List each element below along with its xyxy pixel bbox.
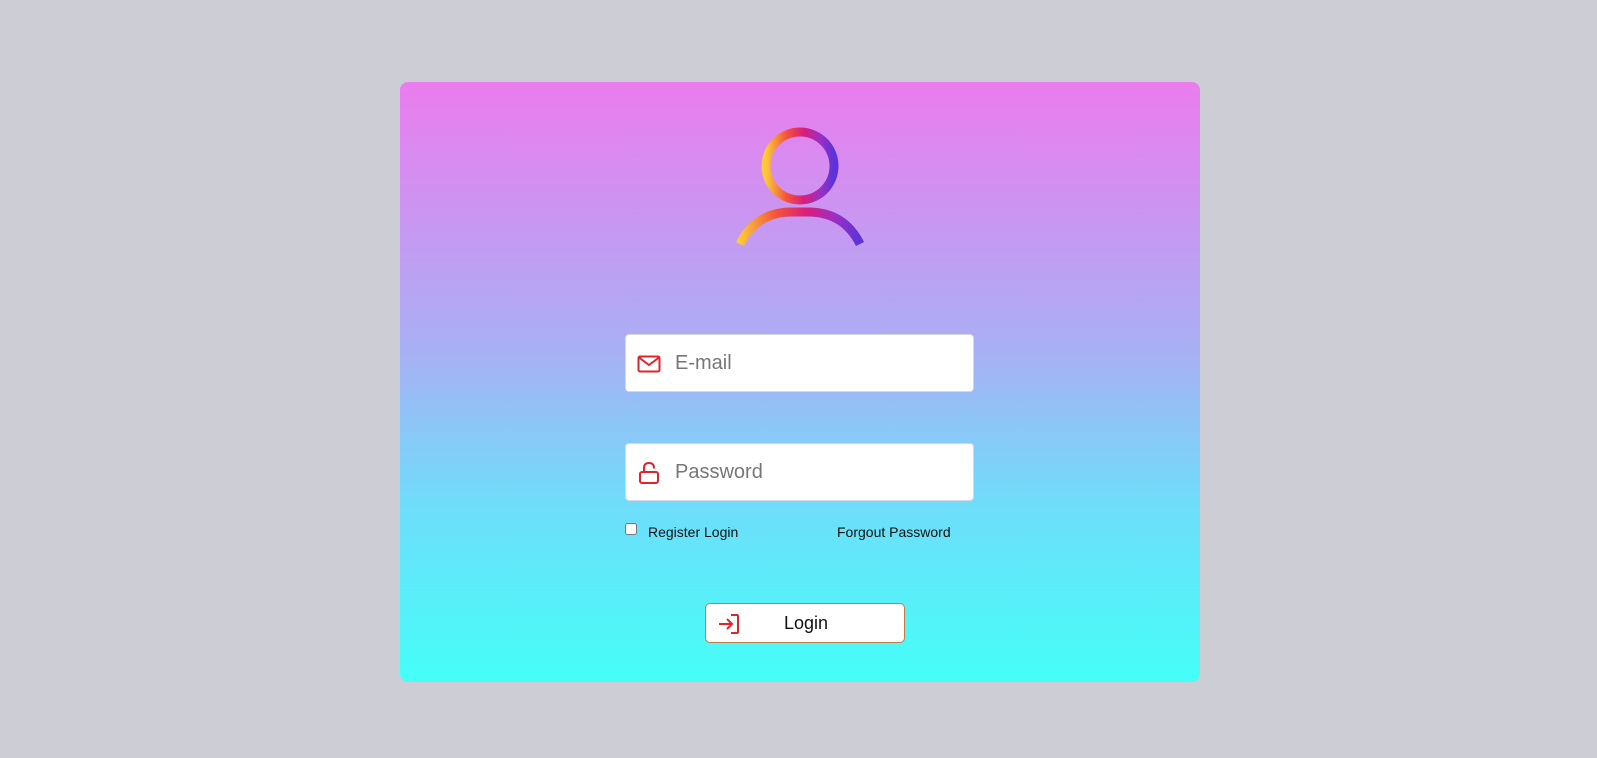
password-input[interactable] [675, 444, 965, 500]
remember-checkbox-wrapper[interactable] [625, 521, 637, 537]
forgot-password-link[interactable]: Forgout Password [837, 524, 951, 540]
login-card: Register Login Forgout Password Login [400, 82, 1200, 682]
password-field[interactable] [625, 443, 974, 501]
sign-in-icon [719, 614, 739, 634]
login-button[interactable]: Login [705, 603, 905, 643]
remember-checkbox[interactable] [625, 523, 637, 535]
envelope-icon [637, 355, 661, 373]
remember-label[interactable]: Register Login [648, 524, 738, 540]
email-field[interactable] [625, 334, 974, 392]
login-button-label: Login [784, 613, 829, 633]
user-avatar-icon [735, 127, 865, 247]
unlock-icon [639, 461, 659, 484]
email-input[interactable] [675, 335, 965, 391]
